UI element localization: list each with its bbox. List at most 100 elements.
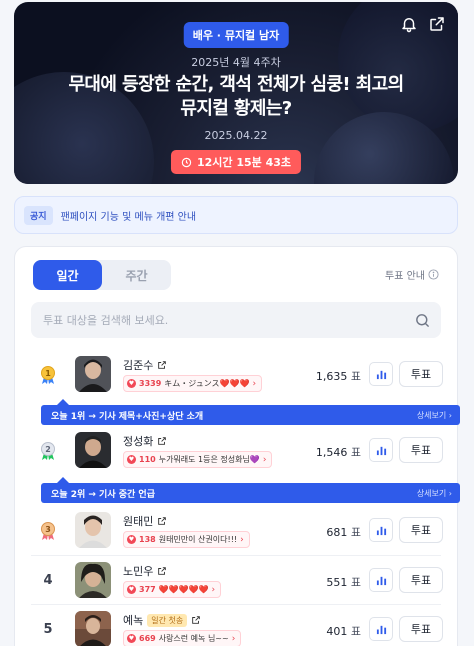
cheer-count: 377	[139, 585, 156, 594]
vote-guide-label: 투표 안내	[385, 271, 425, 282]
candidate-name-text: 정성화	[123, 435, 154, 448]
vote-week: 2025년 4월 4주차	[191, 56, 281, 69]
rank-number: 3	[45, 525, 51, 534]
vote-unit: 표	[350, 370, 361, 383]
external-link-icon[interactable]	[157, 360, 167, 370]
vote-number: 681	[326, 526, 348, 539]
cheer-text: キム・ジュンス❤️❤️❤️	[164, 379, 250, 388]
vote-guide-link[interactable]: 투표 안내	[385, 267, 439, 282]
bar-chart-icon	[376, 526, 386, 535]
chevron-right-icon: ›	[240, 534, 244, 545]
vote-title: 무대에 등장한 순간, 객석 전체가 심쿵! 최고의 뮤지컬 황제는?	[34, 73, 438, 121]
ranking-row: 5 예녹 일간 첫송 ♥ 669 사랑스런 예녹 님~~ › 401 표 투표	[15, 604, 459, 646]
vote-unit: 표	[350, 526, 361, 539]
vote-count: 1,635 표	[316, 368, 361, 384]
cheer-count: 138	[139, 535, 156, 544]
cheer-message[interactable]: ♥ 138 원태민만이 산권이다!!! ›	[123, 531, 250, 548]
heart-icon: ♥	[127, 379, 136, 388]
vote-number: 1,546	[315, 446, 348, 459]
detail-link[interactable]: 상세보기 ›	[417, 488, 452, 499]
notice-text[interactable]: 팬페이지 기능 및 메뉴 개편 안내	[61, 208, 197, 223]
external-link-icon[interactable]	[157, 516, 167, 526]
chevron-right-icon: ›	[262, 454, 267, 465]
vote-number: 401	[326, 625, 348, 638]
cheer-text: ❤️❤️❤️❤️❤️	[158, 585, 209, 594]
tab-daily[interactable]: 일간	[33, 260, 102, 290]
candidate-name-text: 노민우	[123, 565, 154, 578]
cheer-count: 3339	[139, 379, 162, 388]
bronze-medal-icon: 3	[41, 522, 55, 540]
heart-icon: ♥	[127, 585, 136, 594]
vote-unit: 표	[350, 625, 361, 638]
bar-chart-icon	[376, 370, 386, 379]
stats-button[interactable]	[369, 518, 393, 542]
ranking-card: 일간 주간 투표 안내 1 김준수 ♥ 3339	[14, 246, 460, 646]
vote-title-line: 뮤지컬 황제는?	[180, 98, 292, 119]
notice-bar[interactable]: 공지 팬페이지 기능 및 메뉴 개편 안내	[14, 196, 458, 234]
avatar[interactable]	[75, 611, 111, 646]
candidate-name-text: 김준수	[123, 359, 154, 372]
cheer-message[interactable]: ♥ 3339 キム・ジュンス❤️❤️❤️ ›	[123, 375, 263, 392]
cheer-text: 누가뭐래도 1등은 정성화님💜	[158, 455, 260, 464]
external-link-icon[interactable]	[191, 615, 201, 625]
avatar[interactable]	[75, 562, 111, 598]
vote-button[interactable]: 투표	[399, 517, 443, 543]
vote-number: 551	[326, 576, 348, 589]
cheer-message[interactable]: ♥ 110 누가뭐래도 1등은 정성화님💜 ›	[123, 451, 273, 468]
silver-medal-icon: 2	[41, 442, 55, 460]
bell-icon[interactable]	[400, 15, 418, 33]
cheer-count: 669	[139, 634, 156, 643]
ranking-row: 2 정성화 ♥ 110 누가뭐래도 1등은 정성화님💜 › 1,546 표 투표	[15, 425, 459, 477]
candidate-name[interactable]: 정성화	[123, 433, 167, 449]
candidate-name[interactable]: 노민우	[123, 563, 167, 579]
chevron-right-icon: ›	[211, 584, 216, 595]
tab-weekly[interactable]: 주간	[102, 260, 171, 290]
rank-number: 5	[43, 622, 53, 637]
category-badge: 배우 · 뮤지컬 남자	[183, 22, 289, 48]
cheer-message[interactable]: ♥ 377 ❤️❤️❤️❤️❤️ ›	[123, 581, 222, 598]
avatar[interactable]	[75, 512, 111, 548]
vote-unit: 표	[350, 446, 361, 459]
stats-button[interactable]	[369, 617, 393, 641]
search-input[interactable]	[43, 313, 414, 327]
vote-count: 401 표	[326, 623, 361, 639]
stats-button[interactable]	[369, 438, 393, 462]
vote-number: 1,635	[315, 370, 348, 383]
countdown-timer: 12시간 15분 43초	[170, 150, 302, 174]
candidate-name[interactable]: 김준수	[123, 357, 167, 373]
candidate-name[interactable]: 예녹 일간 첫송	[123, 612, 201, 628]
chevron-right-icon: ›	[231, 633, 236, 644]
bar-chart-icon	[376, 625, 386, 634]
candidate-name[interactable]: 원태민	[123, 513, 167, 529]
cheer-text: 사랑스런 예녹 님~~	[158, 634, 229, 643]
notice-tag: 공지	[24, 205, 53, 225]
share-icon[interactable]	[428, 15, 446, 33]
external-link-icon[interactable]	[157, 566, 167, 576]
stats-button[interactable]	[369, 568, 393, 592]
candidate-name-text: 예녹	[123, 614, 144, 627]
heart-icon: ♥	[127, 455, 136, 464]
rank-number: 2	[45, 445, 51, 454]
vote-button[interactable]: 투표	[399, 361, 443, 387]
rank-number: 1	[45, 369, 51, 378]
vote-button[interactable]: 투표	[399, 616, 443, 642]
cheer-message[interactable]: ♥ 669 사랑스런 예녹 님~~ ›	[123, 630, 242, 646]
external-link-icon[interactable]	[157, 436, 167, 446]
detail-link[interactable]: 상세보기 ›	[417, 410, 452, 421]
search-icon[interactable]	[414, 312, 431, 329]
chevron-right-icon: ›	[252, 378, 257, 389]
avatar[interactable]	[75, 432, 111, 468]
countdown-text: 12시간 15분 43초	[196, 156, 292, 169]
ranking-row: 1 김준수 ♥ 3339 キム・ジュンス❤️❤️❤️ › 1,635 표 투표	[15, 349, 459, 401]
vote-button[interactable]: 투표	[399, 567, 443, 593]
avatar[interactable]	[75, 356, 111, 392]
ranking-row: 4 노민우 ♥ 377 ❤️❤️❤️❤️❤️ › 551 표 투표	[15, 555, 459, 607]
ranking-row: 3 원태민 ♥ 138 원태민만이 산권이다!!! › 681 표 투표	[15, 505, 459, 557]
cheer-count: 110	[139, 455, 156, 464]
stats-button[interactable]	[369, 362, 393, 386]
vote-title-line: 무대에 등장한 순간, 객석 전체가 심쿵! 최고의	[68, 74, 404, 95]
bar-chart-icon	[376, 446, 386, 455]
reward-banner: 오늘 1위 → 기사 제목+사진+상단 소개 상세보기 ›	[41, 405, 460, 425]
vote-button[interactable]: 투표	[399, 437, 443, 463]
vote-count: 681 표	[326, 524, 361, 540]
